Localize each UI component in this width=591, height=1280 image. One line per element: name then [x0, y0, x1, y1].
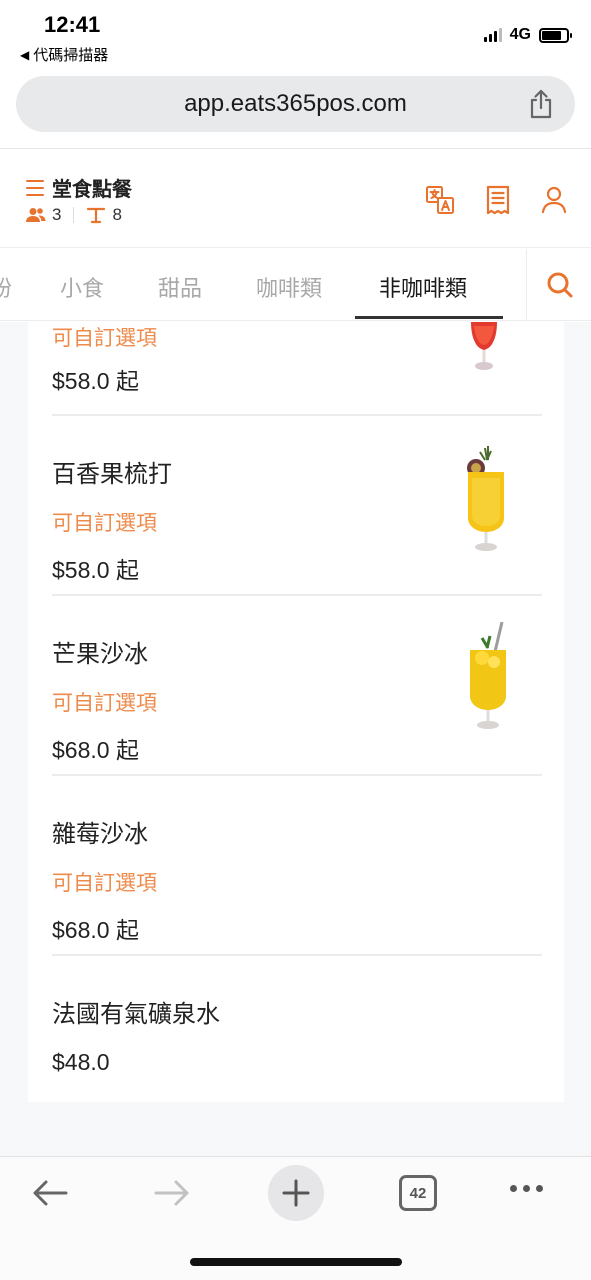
table-icon	[87, 207, 106, 224]
item-name: 雜莓沙冰	[52, 821, 148, 848]
item-divider	[52, 954, 542, 956]
item-divider	[52, 594, 542, 596]
tab-desserts[interactable]: 甜品	[158, 271, 202, 303]
item-price: $68.0 起	[52, 917, 139, 943]
menu-item[interactable]: 法國有氣礦泉水 $48.0	[52, 994, 542, 1076]
order-mode-title: 堂食點餐	[52, 179, 132, 201]
status-bar: 12:41 ◀ 代碼掃描器 4G	[0, 0, 591, 70]
item-divider	[52, 774, 542, 776]
tab-noodles[interactable]: 粉	[0, 271, 12, 303]
app-header: 堂食點餐 3 8	[0, 148, 591, 248]
category-tabs: 粉 小食 甜品 咖啡類 非咖啡類	[0, 249, 591, 321]
tab-divider	[526, 249, 527, 321]
signal-icon	[483, 28, 502, 42]
more-options-icon[interactable]	[510, 1185, 543, 1192]
network-type: 4G	[509, 26, 531, 43]
back-triangle-icon: ◀	[20, 47, 30, 62]
menu-card: 可自訂選項 $58.0 起 百香果梳打 可自訂選項 $58.0 起 芒果沙冰 可…	[28, 322, 564, 1102]
guest-count: 3	[52, 205, 62, 224]
item-price: $48.0	[52, 1049, 110, 1075]
share-icon[interactable]	[527, 88, 555, 120]
new-tab-button[interactable]	[268, 1165, 324, 1221]
menu-content: 可自訂選項 $58.0 起 百香果梳打 可自訂選項 $58.0 起 芒果沙冰 可…	[0, 322, 591, 1156]
plus-icon	[282, 1179, 310, 1207]
url-text: app.eats365pos.com	[184, 90, 407, 117]
user-icon[interactable]	[541, 185, 567, 215]
item-price: $68.0 起	[52, 737, 139, 763]
menu-item[interactable]: 雜莓沙冰 可自訂選項 $68.0 起	[52, 814, 542, 945]
home-indicator[interactable]	[190, 1258, 402, 1266]
status-indicators: 4G	[483, 26, 572, 44]
tab-switcher-button[interactable]: 42	[399, 1175, 437, 1211]
url-bar[interactable]: app.eats365pos.com	[16, 76, 575, 132]
order-meta: 3 8	[26, 205, 122, 225]
forward-arrow-icon[interactable]	[152, 1177, 192, 1209]
search-icon[interactable]	[545, 270, 575, 300]
item-price: $58.0 起	[52, 368, 139, 394]
meta-separator	[73, 207, 75, 223]
customizable-label: 可自訂選項	[52, 872, 157, 895]
mango-slush-image	[470, 622, 506, 729]
translate-icon[interactable]	[425, 185, 455, 215]
item-name: 法國有氣礦泉水	[52, 1001, 220, 1028]
order-mode-menu[interactable]: 堂食點餐	[26, 173, 132, 202]
menu-icon	[26, 179, 44, 196]
item-divider	[52, 414, 542, 416]
tab-snacks[interactable]: 小食	[60, 271, 104, 303]
active-tab-indicator	[355, 316, 503, 319]
battery-icon	[539, 27, 572, 43]
red-cocktail-image	[471, 322, 497, 370]
item-price: $58.0 起	[52, 557, 139, 583]
back-to-app-link[interactable]: ◀ 代碼掃描器	[20, 44, 108, 65]
tab-non-coffee[interactable]: 非咖啡類	[379, 271, 467, 303]
customizable-label: 可自訂選項	[52, 327, 157, 350]
table-number: 8	[112, 205, 122, 224]
receipt-icon[interactable]	[485, 185, 511, 215]
clock: 12:41	[44, 12, 101, 37]
back-app-label: 代碼掃描器	[33, 47, 109, 64]
back-arrow-icon[interactable]	[30, 1177, 70, 1209]
guests-icon	[26, 208, 46, 222]
passionfruit-soda-image	[467, 446, 504, 551]
header-actions	[425, 185, 567, 215]
tab-coffee[interactable]: 咖啡類	[256, 271, 322, 303]
